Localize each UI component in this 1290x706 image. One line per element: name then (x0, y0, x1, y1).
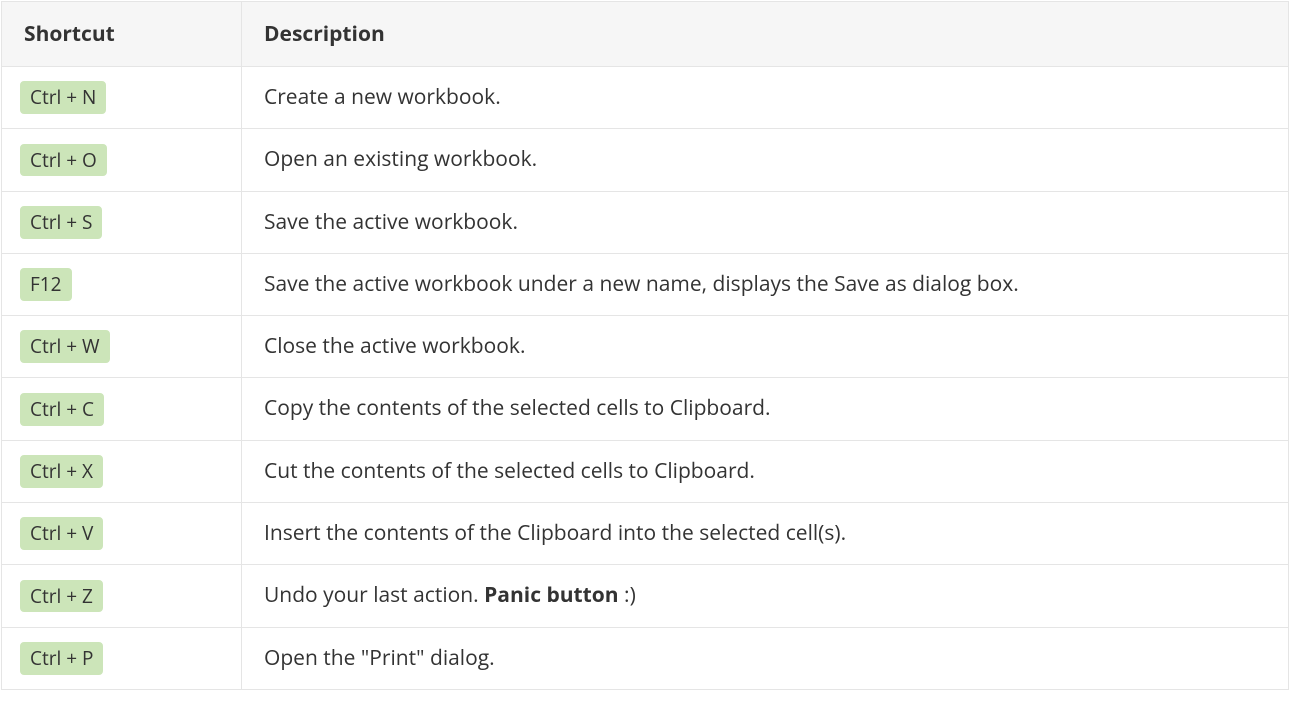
description-cell: Create a new workbook. (242, 67, 1289, 129)
shortcut-cell: Ctrl + O (2, 129, 242, 191)
description-cell: Copy the contents of the selected cells … (242, 378, 1289, 440)
description-cell: Insert the contents of the Clipboard int… (242, 503, 1289, 565)
keyboard-shortcut: Ctrl + O (20, 144, 107, 177)
shortcut-cell: Ctrl + P (2, 627, 242, 689)
shortcut-cell: F12 (2, 253, 242, 315)
shortcut-cell: Ctrl + N (2, 67, 242, 129)
table-header-row: Shortcut Description (2, 2, 1289, 67)
description-text: Undo your last action. Panic button :) (264, 581, 636, 609)
description-part: Create a new workbook. (264, 83, 501, 111)
table-row: Ctrl + S Save the active workbook. (2, 191, 1289, 253)
table-row: Ctrl + X Cut the contents of the selected… (2, 440, 1289, 502)
shortcut-cell: Ctrl + W (2, 316, 242, 378)
keyboard-shortcut: Ctrl + S (20, 206, 102, 239)
description-text: Cut the contents of the selected cells t… (264, 457, 755, 485)
description-text: Insert the contents of the Clipboard int… (264, 519, 846, 547)
shortcut-cell: Ctrl + X (2, 440, 242, 502)
keyboard-shortcut: Ctrl + N (20, 81, 106, 114)
keyboard-shortcut: Ctrl + Z (20, 580, 103, 613)
shortcuts-table: Shortcut Description Ctrl + N Create a ne… (1, 1, 1289, 690)
description-text: Open the "Print" dialog. (264, 644, 495, 672)
table-row: F12 Save the active workbook under a new … (2, 253, 1289, 315)
shortcut-cell: Ctrl + C (2, 378, 242, 440)
description-text: Close the active workbook. (264, 332, 525, 360)
description-part: Close the active workbook. (264, 332, 525, 360)
description-part: Insert the contents of the Clipboard int… (264, 519, 846, 547)
keyboard-shortcut: Ctrl + C (20, 393, 104, 426)
description-part: Cut the contents of the selected cells t… (264, 457, 755, 485)
description-part: Open the "Print" dialog. (264, 644, 495, 672)
column-header-description: Description (242, 2, 1289, 67)
table-row: Ctrl + P Open the "Print" dialog. (2, 627, 1289, 689)
keyboard-shortcut: F12 (20, 268, 72, 301)
description-part: Open an existing workbook. (264, 145, 537, 173)
description-text: Save the active workbook under a new nam… (264, 270, 1019, 298)
description-text: Open an existing workbook. (264, 145, 537, 173)
shortcut-cell: Ctrl + S (2, 191, 242, 253)
description-part: Undo your last action. (264, 581, 484, 609)
description-cell: Close the active workbook. (242, 316, 1289, 378)
keyboard-shortcut: Ctrl + P (20, 642, 103, 675)
table-row: Ctrl + C Copy the contents of the selecte… (2, 378, 1289, 440)
shortcut-cell: Ctrl + Z (2, 565, 242, 627)
description-text: Save the active workbook. (264, 208, 518, 236)
table-row: Ctrl + N Create a new workbook. (2, 67, 1289, 129)
keyboard-shortcut: Ctrl + X (20, 455, 103, 488)
description-part: Save the active workbook under a new nam… (264, 270, 1019, 298)
keyboard-shortcut: Ctrl + V (20, 517, 103, 550)
table-row: Ctrl + V Insert the contents of the Clipb… (2, 503, 1289, 565)
description-part: :) (619, 581, 636, 609)
description-bold: Panic button (484, 581, 618, 609)
description-cell: Open the "Print" dialog. (242, 627, 1289, 689)
description-part: Copy the contents of the selected cells … (264, 394, 771, 422)
description-text: Copy the contents of the selected cells … (264, 394, 771, 422)
keyboard-shortcut: Ctrl + W (20, 330, 110, 363)
description-cell: Undo your last action. Panic button :) (242, 565, 1289, 627)
table-row: Ctrl + O Open an existing workbook. (2, 129, 1289, 191)
description-cell: Save the active workbook. (242, 191, 1289, 253)
description-cell: Open an existing workbook. (242, 129, 1289, 191)
description-cell: Cut the contents of the selected cells t… (242, 440, 1289, 502)
description-part: Save the active workbook. (264, 208, 518, 236)
column-header-shortcut: Shortcut (2, 2, 242, 67)
table-row: Ctrl + Z Undo your last action. Panic but… (2, 565, 1289, 627)
table-row: Ctrl + W Close the active workbook. (2, 316, 1289, 378)
description-text: Create a new workbook. (264, 83, 501, 111)
shortcut-cell: Ctrl + V (2, 503, 242, 565)
description-cell: Save the active workbook under a new nam… (242, 253, 1289, 315)
